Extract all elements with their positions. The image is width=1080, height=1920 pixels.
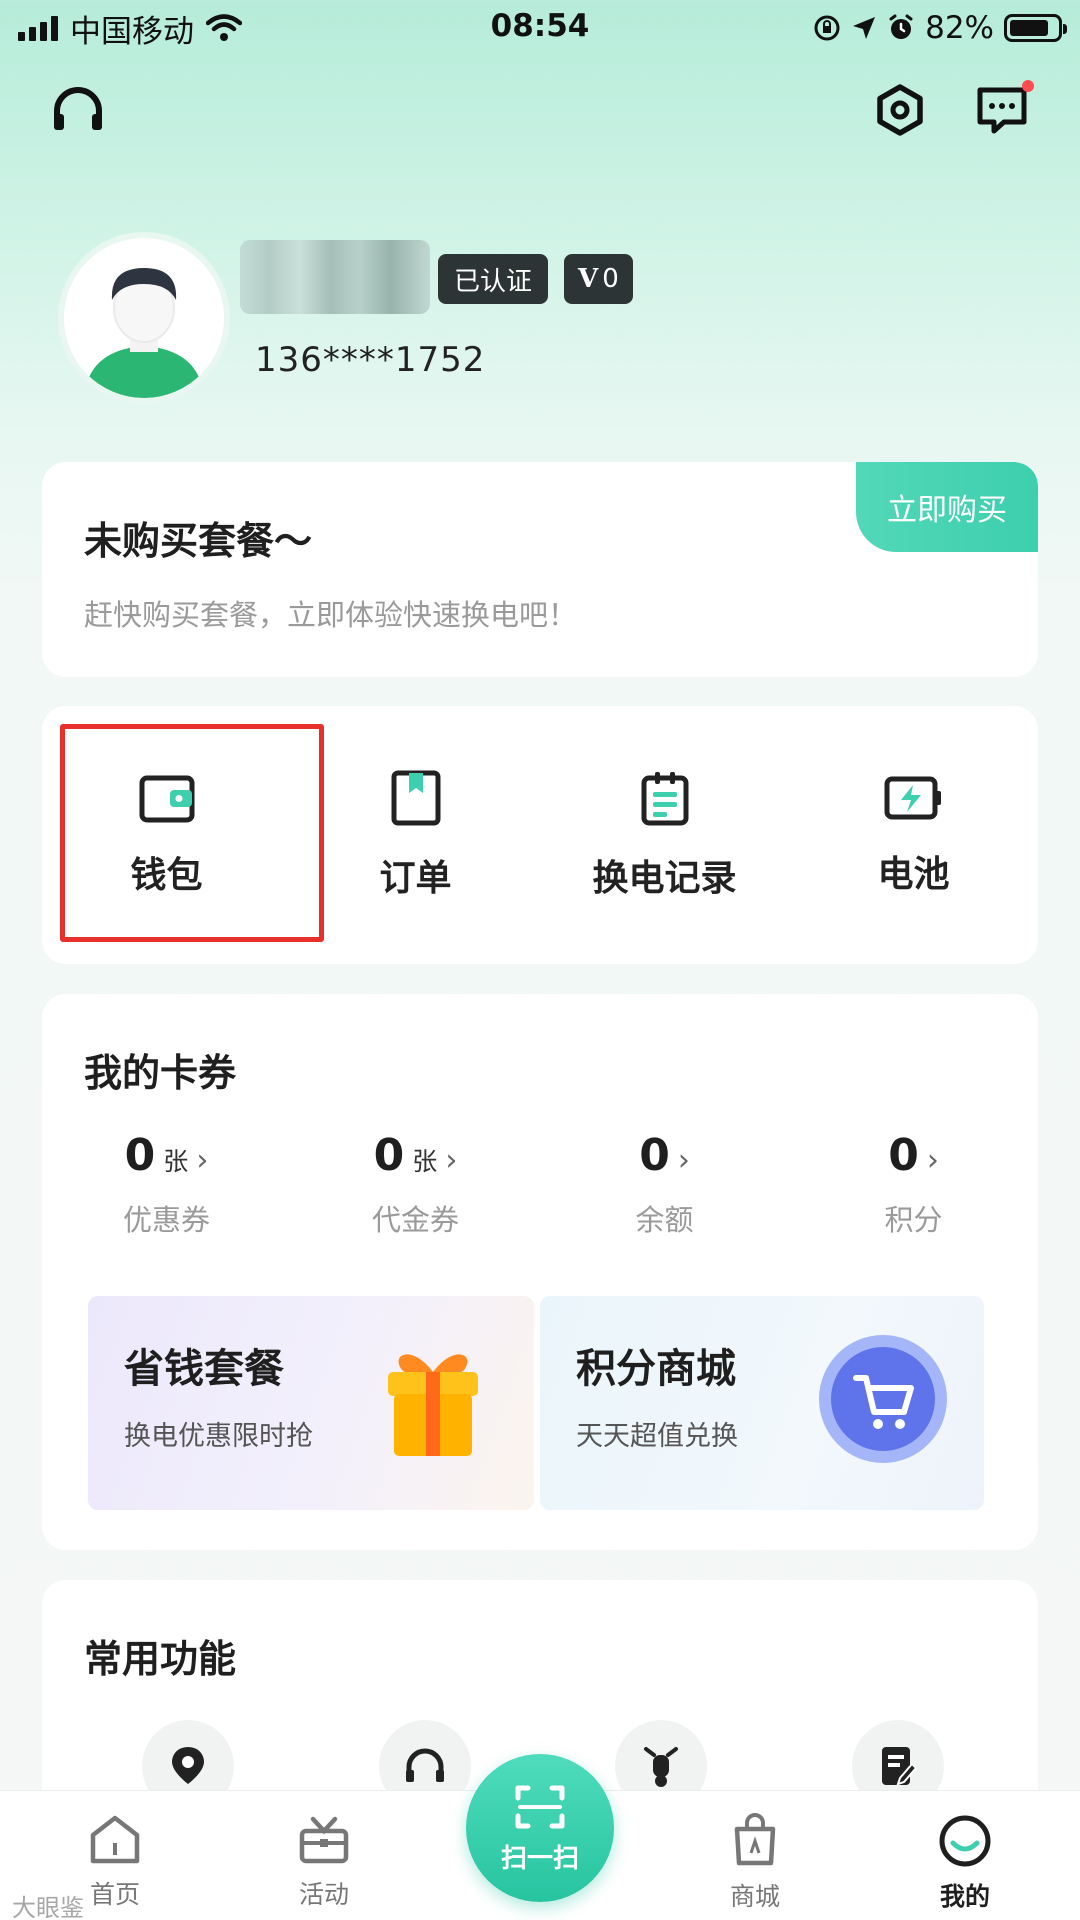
- status-right: 82%: [813, 10, 1067, 46]
- headset-icon: [54, 87, 102, 130]
- verified-badge: 已认证: [438, 254, 549, 304]
- level-badge-letter: V: [578, 264, 599, 294]
- unread-dot: [1022, 80, 1034, 92]
- watermark: 大眼鉴: [12, 1894, 84, 1920]
- scan-label: 扫一扫: [500, 1843, 579, 1874]
- scan-button[interactable]: 扫一扫: [466, 1754, 614, 1902]
- phone-number: 136****1752: [255, 340, 486, 380]
- stat-unit: 张: [163, 1147, 189, 1176]
- gift-icon: [388, 1354, 478, 1456]
- hexagon-settings-icon: [877, 84, 923, 136]
- action-battery[interactable]: 电池: [789, 706, 1038, 964]
- buy-now-button[interactable]: 立即购买: [856, 462, 1038, 552]
- promo-subtitle: 天天超值兑换: [576, 1421, 738, 1452]
- stat-value: 0: [639, 1130, 670, 1181]
- highlight-annotation: [60, 724, 324, 942]
- action-label: 电池: [877, 854, 950, 895]
- action-label: 订单: [379, 858, 452, 899]
- headset-icon: [406, 1748, 444, 1782]
- battery-fill: [1010, 20, 1048, 36]
- location-arrow-icon: [853, 17, 876, 39]
- chevron-right-icon: ›: [445, 1143, 458, 1178]
- battery-percent: 82%: [925, 10, 994, 46]
- package-card: 未购买套餐～ 赶快购买套餐，立即体验快速换电吧！ 立即购买: [42, 462, 1038, 677]
- chevron-right-icon: ›: [196, 1143, 209, 1178]
- stat-coupons[interactable]: 0 张 › 优惠券: [42, 1130, 291, 1239]
- scan-icon: [515, 1785, 565, 1828]
- tab-label: 首页: [89, 1880, 140, 1909]
- activity-icon: [299, 1816, 349, 1864]
- coupons-card: 我的卡券 0 张 › 优惠券 0 张 › 代金券 0 › 余额 0 › 积分 省钱套餐 换电…: [42, 994, 1038, 1550]
- stat-label: 优惠券: [122, 1203, 210, 1237]
- settings-button[interactable]: [864, 74, 936, 146]
- battery-icon: [1004, 14, 1067, 42]
- level-badge[interactable]: V 0: [564, 254, 633, 304]
- common-title: 常用功能: [84, 1637, 237, 1681]
- edit-document-icon: [882, 1747, 918, 1786]
- stat-value: 0: [888, 1130, 919, 1181]
- scooter-icon: [644, 1747, 678, 1787]
- tab-label: 我的: [939, 1882, 990, 1911]
- chevron-right-icon: ›: [926, 1143, 939, 1178]
- battery-charge-icon: [884, 776, 941, 820]
- home-icon: [90, 1815, 140, 1864]
- status-bar: 中国移动 08:54 82%: [0, 0, 1080, 56]
- chevron-right-icon: ›: [677, 1143, 690, 1178]
- stat-vouchers[interactable]: 0 张 › 代金券: [291, 1130, 540, 1239]
- stat-points[interactable]: 0 › 积分: [789, 1130, 1038, 1239]
- profile-smile-icon: [939, 1815, 991, 1867]
- package-subtitle: 赶快购买套餐，立即体验快速换电吧！: [84, 598, 578, 632]
- tab-label: 商城: [729, 1882, 780, 1911]
- bookmark-order-icon: [391, 770, 440, 826]
- action-orders[interactable]: 订单: [291, 706, 540, 964]
- promo-saving-package[interactable]: 省钱套餐 换电优惠限时抢: [88, 1296, 534, 1510]
- username-blurred: [240, 240, 430, 314]
- location-pin-icon: [172, 1747, 204, 1784]
- stat-label: 余额: [635, 1203, 694, 1237]
- stat-value: 0: [124, 1130, 156, 1181]
- promo-points-mall[interactable]: 积分商城 天天超值兑换: [540, 1296, 984, 1510]
- user-avatar-icon: [64, 238, 224, 398]
- customer-service-button[interactable]: [42, 74, 114, 146]
- message-icon: [977, 87, 1027, 134]
- stat-value: 0: [373, 1130, 405, 1181]
- level-badge-value: 0: [602, 264, 619, 294]
- tab-label: 活动: [298, 1880, 349, 1909]
- shopping-cart-icon: [819, 1335, 947, 1463]
- package-title: 未购买套餐～: [84, 519, 313, 563]
- shopping-bag-icon: [734, 1813, 776, 1866]
- avatar[interactable]: [58, 232, 230, 404]
- rotation-lock-icon: [814, 15, 840, 41]
- tab-mine[interactable]: 我的: [890, 1813, 1040, 1913]
- messages-button[interactable]: [966, 74, 1038, 146]
- stat-label: 积分: [884, 1203, 943, 1237]
- tab-mall[interactable]: 商城: [680, 1813, 830, 1913]
- coupons-title: 我的卡券: [84, 1051, 237, 1095]
- action-swap-records[interactable]: 换电记录: [540, 706, 789, 964]
- alarm-icon: [889, 14, 913, 39]
- promo-title: 积分商城: [576, 1346, 736, 1392]
- promo-title: 省钱套餐: [124, 1346, 284, 1392]
- tab-activity[interactable]: 活动: [249, 1813, 399, 1911]
- stat-unit: 张: [412, 1147, 438, 1176]
- stat-balance[interactable]: 0 › 余额: [540, 1130, 789, 1239]
- clipboard-record-icon: [641, 772, 688, 826]
- stat-label: 代金券: [371, 1203, 459, 1237]
- promo-subtitle: 换电优惠限时抢: [124, 1421, 313, 1452]
- action-label: 换电记录: [592, 858, 737, 899]
